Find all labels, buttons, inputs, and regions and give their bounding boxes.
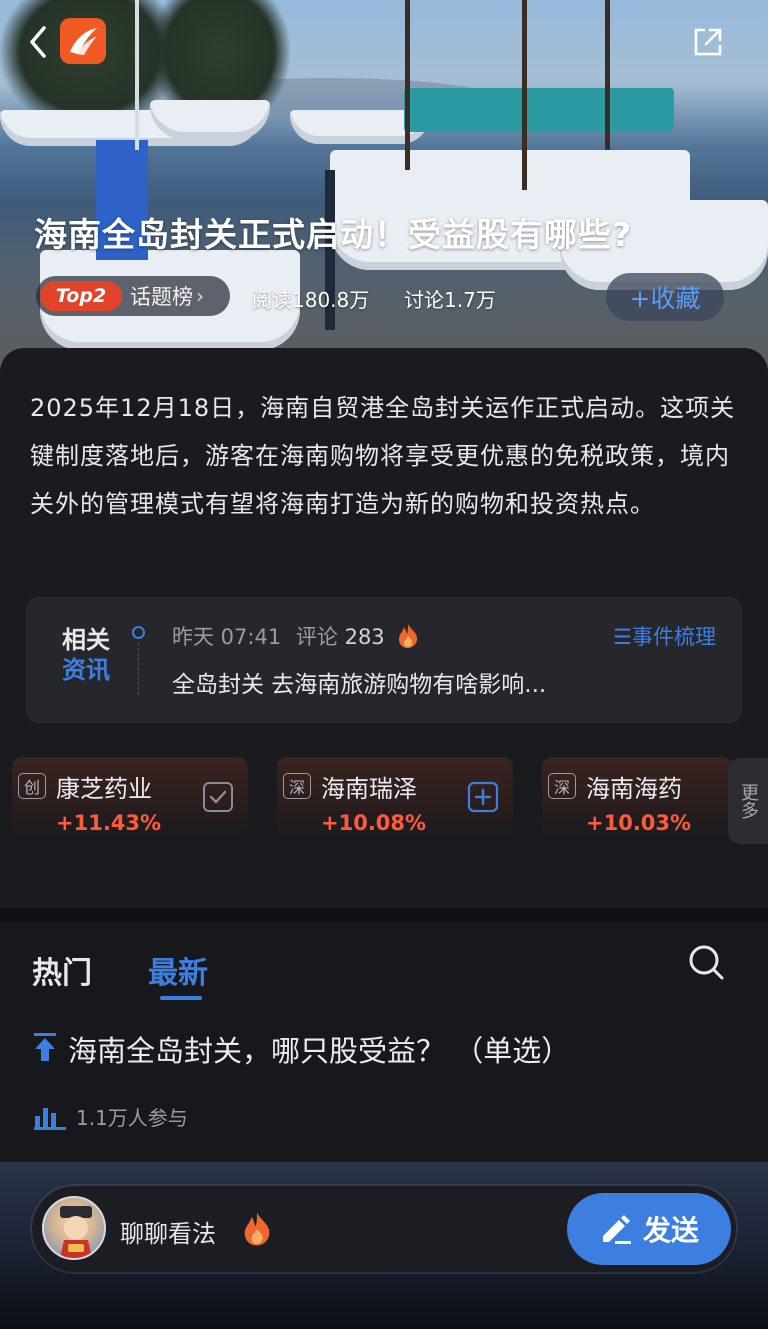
mast <box>605 0 610 150</box>
poll-participants: 1.1万人参与 <box>76 1106 188 1130</box>
back-icon[interactable] <box>24 22 52 62</box>
stock-change: +10.03% <box>586 811 692 835</box>
sail-cover <box>404 88 674 132</box>
stock-card[interactable]: 深 海南海药 +10.03% <box>542 757 732 837</box>
comment-label: 评论 <box>295 625 338 649</box>
flame-icon <box>242 1210 272 1248</box>
search-icon[interactable] <box>686 942 726 982</box>
mast <box>522 0 527 190</box>
mast <box>405 0 410 170</box>
stock-change: +10.08% <box>321 811 427 835</box>
comment-placeholder[interactable]: 聊聊看法 <box>120 1214 216 1249</box>
chevron-right-icon: › <box>196 284 204 308</box>
tab-latest[interactable]: 最新 <box>148 948 208 992</box>
poll-question[interactable]: 海南全岛封关，哪只股受益？ （单选） <box>68 1028 570 1070</box>
bar-chart-icon <box>34 1104 66 1130</box>
avatar[interactable] <box>42 1196 106 1260</box>
comment-count: 283 <box>344 625 385 649</box>
pencil-icon <box>602 1215 631 1244</box>
plus-icon[interactable] <box>467 781 499 813</box>
share-icon[interactable] <box>692 26 724 58</box>
active-tab-indicator <box>160 996 202 1000</box>
rank-pill[interactable]: Top2 话题榜 › <box>36 276 230 316</box>
news-headline[interactable]: 全岛封关 去海南旅游购物有啥影响... <box>172 665 546 699</box>
news-time: 昨天 07:41 <box>172 625 282 649</box>
tab-hot[interactable]: 热门 <box>32 948 92 992</box>
market-badge: 深 <box>548 773 576 799</box>
related-news-card[interactable]: 相关 资讯 昨天 07:41 评论 283 ☰事件梳理 全岛封关 去海南旅游购物… <box>26 597 742 723</box>
send-label: 发送 <box>642 1214 699 1247</box>
timeline-line <box>138 643 139 695</box>
market-badge: 创 <box>18 773 46 799</box>
event-timeline-link[interactable]: ☰事件梳理 <box>613 621 716 651</box>
related-news-tag: 相关 资讯 <box>62 626 110 684</box>
pin-top-icon <box>32 1032 58 1062</box>
stock-card[interactable]: 创 康芝药业 +11.43% <box>12 757 248 837</box>
stock-change: +11.43% <box>56 811 162 835</box>
discuss-count: 讨论1.7万 <box>404 288 496 312</box>
news-meta: 昨天 07:41 评论 283 <box>172 621 419 651</box>
background-boat <box>150 100 270 140</box>
timeline-dot <box>132 626 145 639</box>
stock-card[interactable]: 深 海南瑞泽 +10.08% <box>277 757 513 837</box>
stock-name: 海南瑞泽 <box>321 775 417 803</box>
rank-badge: Top2 <box>40 281 122 311</box>
favorite-button[interactable]: +收藏 <box>606 273 724 321</box>
topic-summary: 2025年12月18日，海南自贸港全岛封关运作正式启动。这项关键制度落地后，游客… <box>30 394 736 518</box>
market-badge: 深 <box>283 773 311 799</box>
topic-title: 海南全岛封关正式启动！受益股有哪些? <box>34 215 633 254</box>
stock-name: 海南海药 <box>586 775 682 803</box>
mast <box>135 0 139 150</box>
send-button[interactable]: 发送 <box>567 1193 731 1265</box>
read-count: 阅读180.8万 <box>252 288 370 312</box>
rank-label: 话题榜 <box>130 285 193 309</box>
check-icon[interactable] <box>202 781 234 813</box>
app-logo <box>60 18 106 64</box>
stock-name: 康芝药业 <box>56 775 152 803</box>
flame-icon <box>397 623 419 649</box>
more-stocks-button[interactable]: 更多 <box>728 758 768 844</box>
